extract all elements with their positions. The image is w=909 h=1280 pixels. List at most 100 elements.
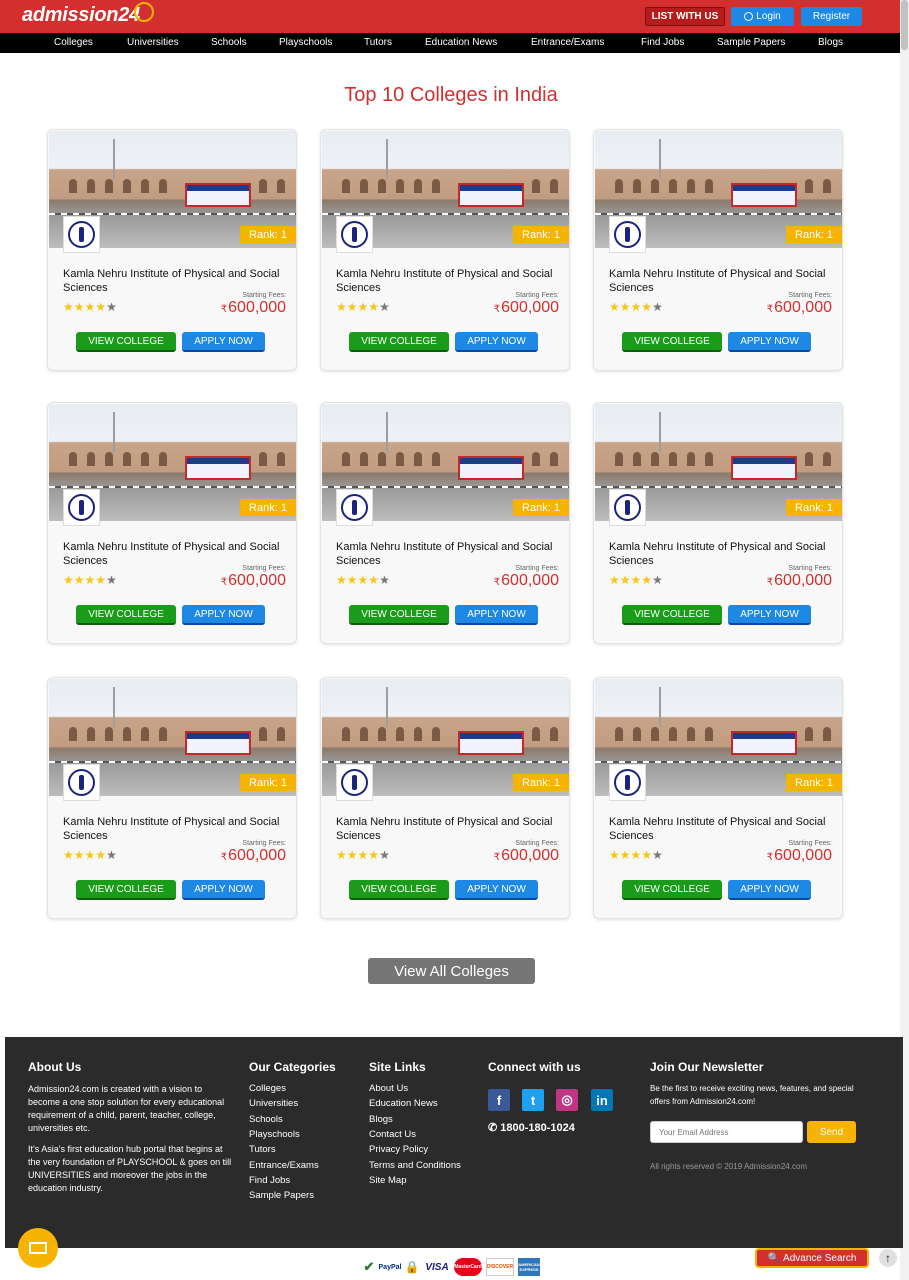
nav-colleges[interactable]: Colleges — [54, 37, 93, 48]
view-all-colleges-button[interactable]: View All Colleges — [368, 958, 535, 984]
fee-label: Starting Fees: — [242, 565, 286, 572]
college-card[interactable]: Rank: 1 Kamla Nehru Institute of Physical… — [320, 677, 570, 919]
college-name[interactable]: Kamla Nehru Institute of Physical and So… — [609, 267, 829, 295]
apply-now-button[interactable]: APPLY NOW — [182, 332, 265, 352]
scrollbar-thumb[interactable] — [901, 0, 908, 50]
about-text-2: It's Asia's first education hub portal t… — [28, 1144, 232, 1193]
nav-tutors[interactable]: Tutors — [364, 37, 392, 48]
college-banner — [731, 183, 797, 207]
nav-universities[interactable]: Universities — [127, 37, 179, 48]
footer-link-privacy[interactable]: Privacy Policy — [369, 1142, 428, 1157]
view-college-button[interactable]: VIEW COLLEGE — [622, 880, 722, 900]
footer-link-blogs[interactable]: Blogs — [369, 1112, 393, 1127]
college-name[interactable]: Kamla Nehru Institute of Physical and So… — [336, 267, 556, 295]
fee-label: Starting Fees: — [242, 840, 286, 847]
footer-cat-sample-papers[interactable]: Sample Papers — [249, 1188, 314, 1203]
college-name[interactable]: Kamla Nehru Institute of Physical and So… — [63, 815, 283, 843]
view-college-button[interactable]: VIEW COLLEGE — [76, 880, 176, 900]
footer-cat-playschools[interactable]: Playschools — [249, 1127, 300, 1142]
college-name[interactable]: Kamla Nehru Institute of Physical and So… — [63, 267, 283, 295]
star-icon: ★ — [106, 300, 117, 314]
footer-link-about[interactable]: About Us — [369, 1081, 408, 1096]
apply-now-button[interactable]: APPLY NOW — [455, 332, 538, 352]
footer-cat-schools[interactable]: Schools — [249, 1112, 283, 1127]
star-icon: ★ — [346, 573, 358, 587]
view-college-button[interactable]: VIEW COLLEGE — [349, 880, 449, 900]
instagram-icon[interactable]: ◎ — [556, 1089, 578, 1111]
footer-link-contact[interactable]: Contact Us — [369, 1127, 416, 1142]
apply-now-button[interactable]: APPLY NOW — [728, 880, 811, 900]
footer-cat-tutors[interactable]: Tutors — [249, 1142, 276, 1157]
view-college-button[interactable]: VIEW COLLEGE — [76, 332, 176, 352]
view-college-button[interactable]: VIEW COLLEGE — [622, 605, 722, 625]
site-footer: About Us Admission24.com is created with… — [5, 1037, 903, 1248]
view-college-button[interactable]: VIEW COLLEGE — [349, 605, 449, 625]
college-banner — [185, 456, 251, 480]
view-college-button[interactable]: VIEW COLLEGE — [622, 332, 722, 352]
scroll-to-top-button[interactable]: ↑ — [879, 1249, 897, 1267]
apply-now-button[interactable]: APPLY NOW — [728, 605, 811, 625]
footer-cat-universities[interactable]: Universities — [249, 1096, 298, 1111]
apply-now-button[interactable]: APPLY NOW — [455, 880, 538, 900]
college-name[interactable]: Kamla Nehru Institute of Physical and So… — [609, 815, 829, 843]
footer-link-terms[interactable]: Terms and Conditions — [369, 1158, 461, 1173]
nav-education-news[interactable]: Education News — [425, 37, 497, 48]
phone-number[interactable]: ✆ 1800-180-1024 — [488, 1121, 575, 1134]
fee-label: Starting Fees: — [788, 565, 832, 572]
newsletter-email-input[interactable] — [650, 1121, 803, 1143]
college-card[interactable]: Rank: 1 Kamla Nehru Institute of Physical… — [47, 129, 297, 371]
footer-cat-jobs[interactable]: Find Jobs — [249, 1173, 290, 1188]
college-name[interactable]: Kamla Nehru Institute of Physical and So… — [63, 540, 283, 568]
list-with-us-button[interactable]: LIST WITH US — [645, 7, 725, 26]
college-card[interactable]: Rank: 1 Kamla Nehru Institute of Physical… — [47, 677, 297, 919]
star-icon: ★ — [84, 573, 96, 587]
rating-stars: ★★★★★ — [63, 300, 117, 314]
star-icon: ★ — [619, 573, 631, 587]
copyright-text: All rights reserved © 2019 Admission24.c… — [650, 1162, 808, 1171]
newsletter-send-button[interactable]: Send — [807, 1121, 856, 1143]
view-college-button[interactable]: VIEW COLLEGE — [349, 332, 449, 352]
nav-blogs[interactable]: Blogs — [818, 37, 843, 48]
nav-sample-papers[interactable]: Sample Papers — [717, 37, 785, 48]
emblem-icon — [341, 494, 368, 521]
fee-amount: ₹600,000 — [493, 572, 559, 589]
login-button[interactable]: Login — [731, 7, 794, 26]
footer-link-sitemap[interactable]: Site Map — [369, 1173, 407, 1188]
footer-link-news[interactable]: Education News — [369, 1096, 438, 1111]
footer-cat-colleges[interactable]: Colleges — [249, 1081, 286, 1096]
college-card[interactable]: Rank: 1 Kamla Nehru Institute of Physical… — [593, 677, 843, 919]
newsletter-heading: Join Our Newsletter — [650, 1060, 764, 1074]
about-heading: About Us — [28, 1060, 82, 1074]
nav-find-jobs[interactable]: Find Jobs — [641, 37, 684, 48]
apply-now-button[interactable]: APPLY NOW — [182, 880, 265, 900]
college-card[interactable]: Rank: 1 Kamla Nehru Institute of Physical… — [320, 129, 570, 371]
college-name[interactable]: Kamla Nehru Institute of Physical and So… — [609, 540, 829, 568]
college-name[interactable]: Kamla Nehru Institute of Physical and So… — [336, 815, 556, 843]
register-button[interactable]: Register — [801, 7, 862, 26]
view-college-button[interactable]: VIEW COLLEGE — [76, 605, 176, 625]
nav-playschools[interactable]: Playschools — [279, 37, 332, 48]
site-logo[interactable]: admission24 — [22, 2, 154, 27]
linkedin-icon[interactable]: in — [591, 1089, 613, 1111]
apply-now-button[interactable]: APPLY NOW — [182, 605, 265, 625]
college-card[interactable]: Rank: 1 Kamla Nehru Institute of Physical… — [320, 402, 570, 644]
nav-entrance-exams[interactable]: Entrance/Exams — [531, 37, 604, 48]
star-icon: ★ — [379, 573, 390, 587]
facebook-icon[interactable]: f — [488, 1089, 510, 1111]
college-banner — [458, 731, 524, 755]
college-card[interactable]: Rank: 1 Kamla Nehru Institute of Physical… — [593, 402, 843, 644]
college-card[interactable]: Rank: 1 Kamla Nehru Institute of Physical… — [593, 129, 843, 371]
footer-cat-entrance[interactable]: Entrance/Exams — [249, 1158, 319, 1173]
twitter-icon[interactable]: t — [522, 1089, 544, 1111]
apply-now-button[interactable]: APPLY NOW — [455, 605, 538, 625]
apply-now-button[interactable]: APPLY NOW — [728, 332, 811, 352]
star-icon: ★ — [609, 848, 620, 862]
star-icon: ★ — [336, 300, 347, 314]
rank-badge: Rank: 1 — [786, 499, 842, 516]
college-name[interactable]: Kamla Nehru Institute of Physical and So… — [336, 540, 556, 568]
chat-button[interactable] — [18, 1228, 58, 1268]
nav-schools[interactable]: Schools — [211, 37, 247, 48]
emblem-icon — [341, 769, 368, 796]
college-card[interactable]: Rank: 1 Kamla Nehru Institute of Physical… — [47, 402, 297, 644]
advance-search-button[interactable]: 🔍 Advance Search — [755, 1248, 869, 1268]
